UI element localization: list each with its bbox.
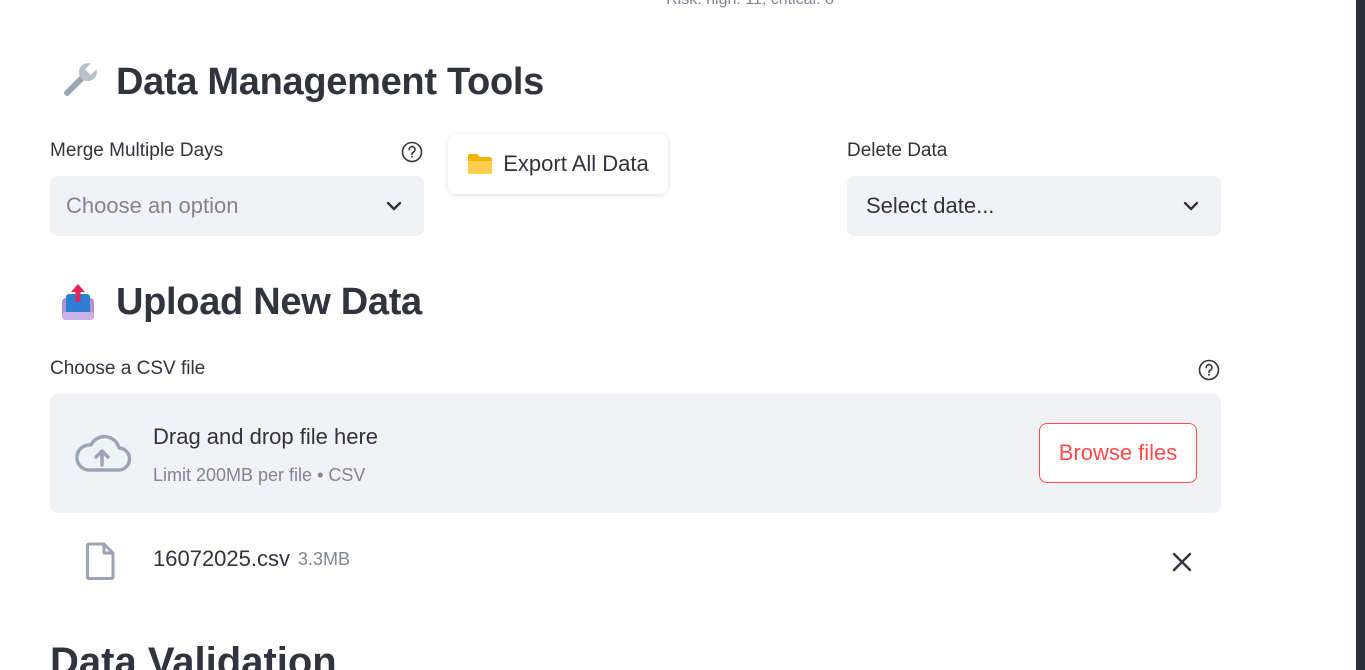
validation-title: Data Validation [50,640,337,670]
upload-heading: Upload New Data [56,280,422,324]
close-icon[interactable] [1170,550,1194,574]
csv-label: Choose a CSV file [50,358,206,379]
cloud-upload-icon [75,435,132,472]
export-label: Export All Data [503,151,649,176]
dropzone-title: Drag and drop file here [153,424,379,449]
wrench-icon [56,60,100,104]
upload-title: Upload New Data [116,280,422,323]
outbox-tray-icon [56,280,100,324]
merge-placeholder: Choose an option [66,193,239,218]
tools-heading: Data Management Tools [56,60,544,104]
merge-label: Merge Multiple Days [50,140,224,161]
merge-select[interactable]: Choose an option [50,176,424,236]
upload-help-icon[interactable] [1198,359,1220,381]
file-size: 3.3MB [298,549,351,569]
tools-title: Data Management Tools [116,60,544,103]
dropzone-subtitle: Limit 200MB per file • CSV [153,465,366,485]
uploaded-file-row: 16072025.csv 3.3MB [50,540,1221,584]
delete-value: Select date... [866,193,995,218]
export-all-button[interactable]: Export All Data [448,134,668,194]
window-edge [1356,0,1365,670]
file-icon [86,542,115,580]
folder-icon [468,154,493,174]
file-name: 16072025.csv [153,546,290,571]
app-page: Risk: high: 11, critical: 8 Data Managem… [0,0,1365,670]
chevron-down-icon [1183,201,1199,211]
delete-label: Delete Data [847,140,948,161]
risk-caption: Risk: high: 11, critical: 8 [0,0,1365,9]
browse-files-button[interactable]: Browse files [1039,423,1197,483]
merge-help-icon[interactable] [401,141,423,163]
delete-date-select[interactable]: Select date... [847,176,1221,236]
chevron-down-icon [386,201,402,211]
file-dropzone[interactable]: Drag and drop file here Limit 200MB per … [50,394,1221,513]
